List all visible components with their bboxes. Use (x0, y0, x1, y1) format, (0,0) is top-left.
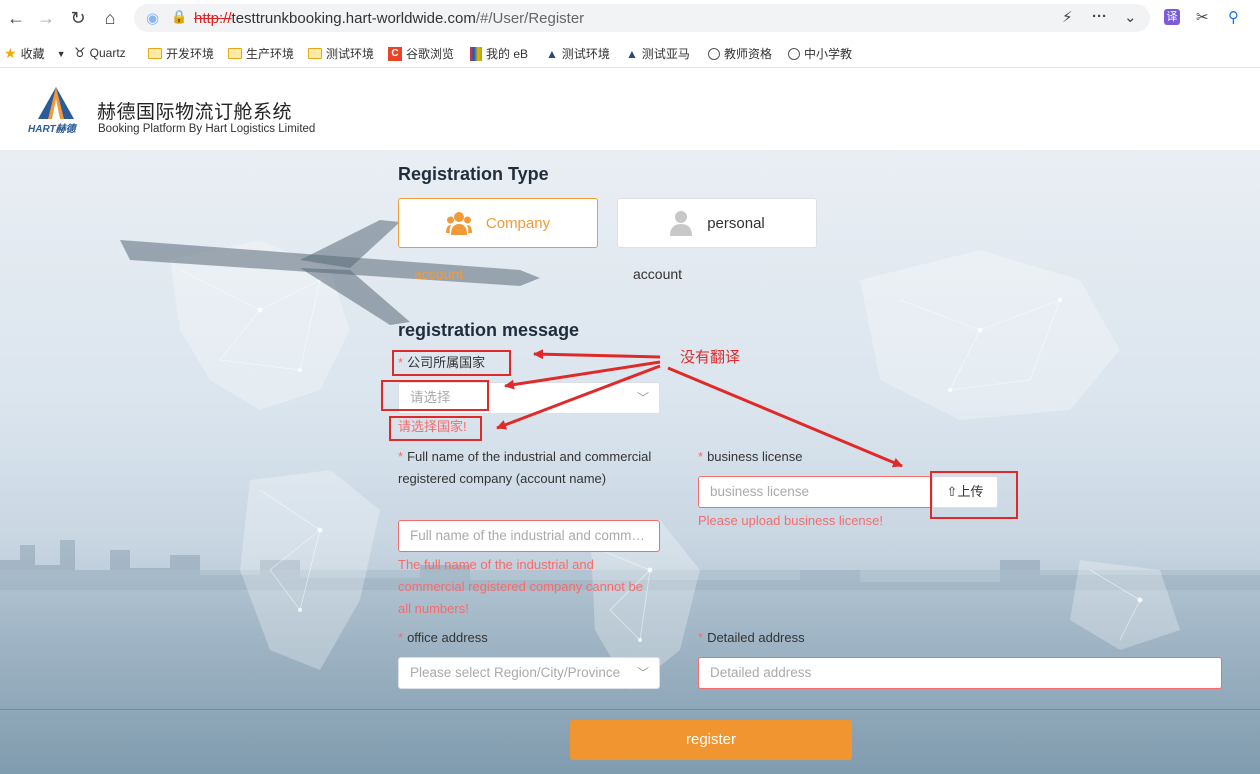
detailed-address-label: * Detailed address (698, 630, 805, 645)
bookmark-favorites[interactable]: ★ 收藏 ▼ (4, 45, 66, 62)
url-path: /#/User/Register (475, 10, 585, 27)
required-mark: * (698, 630, 704, 645)
bookmark-test-amazon[interactable]: ▲ 测试亚马 (626, 45, 690, 62)
personal-type-card[interactable]: personal (617, 198, 817, 248)
translate-icon[interactable]: 译 (1164, 9, 1180, 25)
url-scheme: http:// (194, 10, 232, 27)
bookmark-quartz[interactable]: ♉ Quartz (74, 45, 126, 61)
personal-type-label: personal (707, 214, 765, 232)
lightning-icon[interactable]: ⚡ (1062, 8, 1073, 26)
annotation-text: 没有翻译 (680, 349, 741, 366)
shop-bag-icon (470, 46, 482, 61)
license-error: Please upload business license! (698, 513, 884, 528)
country-select[interactable]: 请选择 ﹀ (398, 382, 660, 414)
chrome-c-icon: C (388, 46, 402, 61)
bookmark-test-env[interactable]: 测试环境 (308, 45, 374, 62)
upload-button[interactable]: ⇧上传 (932, 476, 998, 508)
required-mark: * (698, 449, 704, 464)
caret-down-icon[interactable]: ▼ (57, 49, 66, 59)
bookmark-google[interactable]: C 谷歌浏览 (388, 45, 454, 62)
detailed-address-input[interactable]: Detailed address (698, 657, 1222, 689)
reload-icon[interactable]: ↻ (68, 8, 88, 28)
bookmark-teacher[interactable]: 教师资格 (708, 45, 772, 62)
footer-divider (0, 709, 1260, 710)
chevron-down-icon[interactable]: ⌄ (1124, 8, 1137, 26)
bookmark-prod-env[interactable]: 生产环境 (228, 45, 294, 62)
browser-toolbar: ← → ↻ ⌂ ◉ 🔒 http://testtrunkbooking.hart… (0, 0, 1260, 36)
brand-title: 赫德国际物流订舱系统 (97, 102, 293, 123)
company-type-card[interactable]: Company (398, 198, 598, 248)
required-mark: * (398, 630, 404, 645)
country-placeholder: 请选择 (410, 390, 451, 405)
folder-icon (148, 48, 162, 59)
country-error: 请选择国家! (398, 419, 467, 434)
bookmarks-bar: ★ 收藏 ▼ ♉ Quartz 开发环境 生产环境 测试环境 C 谷歌浏览 我的 eB … (0, 38, 1260, 68)
hart-logo-icon: ▲ (626, 46, 638, 61)
person-icon (670, 211, 693, 236)
registration-message-title: registration message (398, 320, 580, 340)
brand-subtitle: Booking Platform By Hart Logistics Limit… (98, 123, 316, 135)
site-header: HART赫德 赫德国际物流订舱系统 Booking Platform By Ha… (0, 69, 1260, 150)
company-name-label: * Full name of the industrial and commerc… (398, 449, 652, 486)
home-icon[interactable]: ⌂ (100, 8, 120, 28)
register-button[interactable]: register (570, 720, 852, 760)
company-name-error: The full name of the industrial and comm… (398, 557, 643, 616)
more-icon[interactable]: ··· (1092, 8, 1107, 25)
company-name-input[interactable]: Full name of the industrial and commerci… (398, 520, 660, 552)
bookmark-school[interactable]: 中小学教 (788, 45, 852, 62)
office-address-placeholder: Please select Region/City/Province (410, 665, 621, 680)
upload-icon: ⇧ (946, 484, 958, 499)
bookmark-test-env-2[interactable]: ▲ 测试环境 (546, 45, 610, 62)
folder-icon (308, 48, 322, 59)
country-label: * 公司所属国家 (398, 355, 486, 370)
group-users-icon (445, 212, 472, 235)
office-address-select[interactable]: Please select Region/City/Province ﹀ (398, 657, 660, 689)
license-input[interactable]: business license (698, 476, 932, 508)
globe-icon (788, 47, 800, 60)
office-address-label: * office address (398, 630, 488, 645)
bookmark-ebay[interactable]: 我的 eB (470, 45, 528, 62)
url-host: testtrunkbooking.hart-worldwide.com (231, 10, 476, 27)
logo-text: HART赫德 (28, 123, 78, 135)
bookmark-dev-env[interactable]: 开发环境 (148, 45, 214, 62)
url-text[interactable]: http://testtrunkbooking.hart-worldwide.c… (194, 10, 584, 27)
license-label: * business license (698, 449, 803, 464)
registration-type-title: Registration Type (398, 164, 549, 184)
forward-icon[interactable]: → (36, 8, 56, 28)
site-info-icon[interactable]: ◉ (146, 9, 159, 27)
company-type-caption: account (414, 266, 464, 282)
folder-icon (228, 48, 242, 59)
hart-logo-icon: ▲ (546, 46, 558, 61)
chevron-down-icon: ﹀ (636, 391, 649, 405)
quartz-icon: ♉ (74, 45, 86, 60)
personal-type-caption: account (633, 266, 683, 282)
search-icon[interactable]: ⚲ (1228, 8, 1239, 26)
not-secure-icon[interactable]: 🔒 (171, 9, 187, 25)
star-icon: ★ (4, 45, 17, 61)
company-type-label: Company (485, 214, 551, 232)
globe-icon (708, 47, 720, 60)
hart-logo-icon: HART赫德 (28, 87, 78, 135)
required-mark: * (398, 449, 404, 464)
scissors-icon[interactable]: ✂ (1196, 8, 1209, 26)
back-icon[interactable]: ← (6, 8, 26, 28)
required-mark: * (398, 355, 404, 370)
chevron-down-icon: ﹀ (636, 666, 649, 680)
